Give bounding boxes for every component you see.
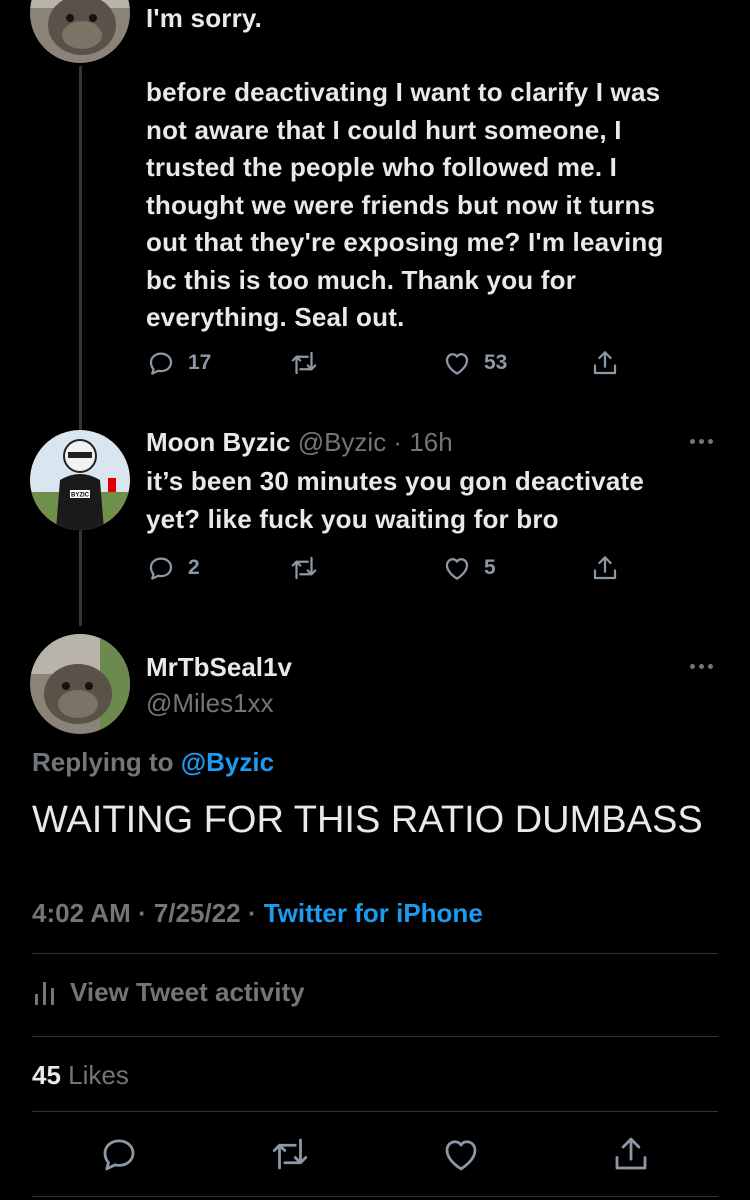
- tweet2-author-name[interactable]: Moon Byzic: [146, 427, 290, 457]
- tweet1-line: out that they're exposing me? I'm leavin…: [146, 227, 664, 257]
- more-icon: [690, 664, 695, 669]
- tweet2-header: Moon Byzic @Byzic · 16h: [146, 425, 453, 459]
- tweet2-reply-button[interactable]: 2: [146, 553, 200, 583]
- reply-icon: [149, 557, 173, 580]
- replying-to: Replying to @Byzic: [32, 745, 274, 779]
- retweet-icon: [272, 1138, 308, 1170]
- tweet1-share-button[interactable]: [590, 348, 620, 378]
- tweet-time[interactable]: 4:02 AM: [32, 898, 131, 928]
- likes-count: 45: [32, 1060, 61, 1090]
- seal-avatar-image: [30, 0, 130, 63]
- tweet1-like-count: 53: [484, 351, 508, 374]
- main-author-handle[interactable]: @Miles1xx: [146, 686, 274, 720]
- tweet1-line: bc this is too much. Thank you for: [146, 264, 577, 295]
- meta-dot: ·: [130, 898, 154, 928]
- more-icon: [690, 439, 695, 444]
- divider: [32, 1111, 718, 1112]
- tweet1-line: thought we were friends but now it turns: [146, 189, 656, 220]
- tweet1-reply-button[interactable]: 17: [146, 348, 211, 378]
- meta-dot: ·: [240, 898, 264, 928]
- reply-icon: [149, 352, 173, 375]
- tweet-source[interactable]: Twitter for iPhone: [264, 898, 483, 928]
- main-retweet-button[interactable]: [268, 1133, 312, 1180]
- main-author-name[interactable]: MrTbSeal1v: [146, 650, 292, 684]
- more-dot: [699, 664, 704, 669]
- tweet2-time[interactable]: 16h: [409, 427, 452, 457]
- more-dot: [699, 439, 704, 444]
- avatar-moon-byzic[interactable]: BYZIC: [30, 430, 130, 530]
- main-reply-button[interactable]: [98, 1133, 140, 1180]
- tweet1-retweet-button[interactable]: [288, 348, 320, 378]
- tweet1-line: everything. Seal out.: [146, 302, 405, 332]
- main-share-button[interactable]: [610, 1133, 652, 1180]
- replying-to-handle[interactable]: @Byzic: [181, 747, 274, 777]
- analytics-icon: [35, 982, 54, 1005]
- tweet2-line: yet? like fuck you waiting for bro: [146, 503, 559, 534]
- tweet2-reply-count: 2: [188, 556, 200, 579]
- tweet2-more-button[interactable]: [690, 439, 713, 444]
- retweet-icon: [291, 351, 317, 375]
- tweet2-author-handle[interactable]: @Byzic: [298, 427, 387, 457]
- tweet2-like-count: 5: [484, 556, 496, 579]
- reply-icon: [103, 1139, 135, 1171]
- more-dot: [708, 664, 713, 669]
- main-tweet-text: WAITING FOR THIS RATIO DUMBASS: [32, 799, 703, 841]
- tweet-date[interactable]: 7/25/22: [154, 898, 241, 928]
- share-icon: [593, 556, 617, 580]
- retweet-icon: [291, 556, 317, 580]
- tweet2-body: it’s been 30 minutes you gon deactivate …: [146, 463, 644, 538]
- tweet2-separator: ·: [386, 427, 410, 457]
- tweet-meta: 4:02 AM · 7/25/22 · Twitter for iPhone: [32, 896, 483, 930]
- replying-prefix: Replying to: [32, 747, 181, 777]
- tweet2-line: it’s been 30 minutes you gon deactivate: [146, 466, 645, 496]
- like-icon: [445, 353, 469, 375]
- likes-label: Likes: [68, 1060, 129, 1090]
- divider: [32, 1196, 718, 1197]
- byzic-avatar-image: BYZIC: [30, 430, 130, 530]
- tweet2-share-button[interactable]: [590, 553, 620, 583]
- tweet1-line: not aware that I could hurt someone, I: [146, 114, 622, 145]
- tweet1-line: trusted the people who followed me. I: [146, 152, 618, 182]
- like-icon: [445, 1140, 477, 1171]
- seal-avatar-image: [30, 634, 130, 734]
- tweet1-like-button[interactable]: 53: [442, 348, 507, 378]
- thread-line: [79, 66, 82, 626]
- more-dot: [708, 439, 713, 444]
- tweet1-line: before deactivating I want to clarify I …: [146, 77, 661, 107]
- main-like-button[interactable]: [440, 1133, 482, 1180]
- share-icon: [615, 1137, 647, 1170]
- view-tweet-activity[interactable]: View Tweet activity: [32, 975, 305, 1009]
- tweet1-body: before deactivating I want to clarify I …: [146, 74, 664, 337]
- tweet2-like-button[interactable]: 5: [442, 553, 496, 583]
- likes-summary[interactable]: 45 Likes: [32, 1058, 129, 1092]
- tweet1-first-line: I'm sorry.: [146, 3, 263, 33]
- main-more-button[interactable]: [690, 664, 713, 669]
- view-tweet-activity-label: View Tweet activity: [70, 977, 305, 1007]
- tweet2-retweet-button[interactable]: [288, 553, 320, 583]
- share-icon: [593, 351, 617, 375]
- divider: [32, 953, 718, 954]
- like-icon: [445, 558, 469, 580]
- tweet1-reply-count: 17: [188, 351, 212, 374]
- divider: [32, 1036, 718, 1037]
- avatar-badge-text: BYZIC: [71, 493, 90, 499]
- avatar-mrtbseal-top[interactable]: [30, 0, 130, 63]
- avatar-mrtbseal-main[interactable]: [30, 634, 130, 734]
